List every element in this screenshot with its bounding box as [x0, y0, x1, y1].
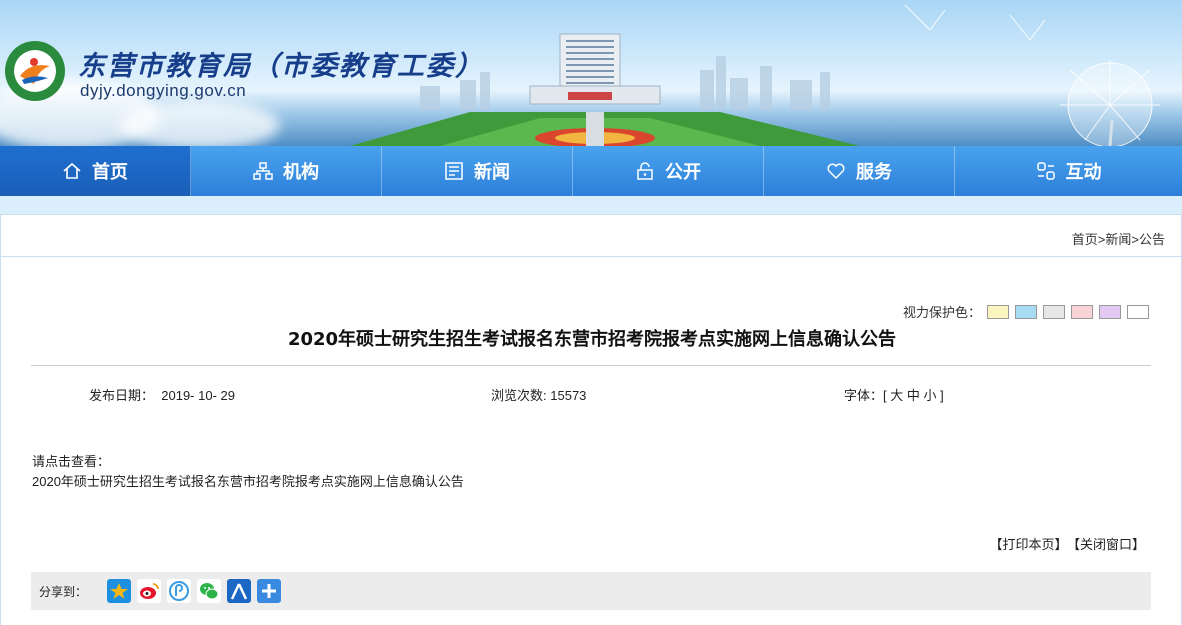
- org-chart-icon: [253, 162, 273, 180]
- nav-label: 首页: [92, 162, 128, 183]
- article-title: 2020年硕士研究生招生考试报名东营市招考院报考点实施网上信息确认公告: [287, 329, 897, 350]
- font-size-close-bracket: ]: [940, 388, 944, 403]
- more-share-icon[interactable]: [257, 579, 282, 603]
- font-size-switcher: 字体：[ 大 中 小 ]: [844, 385, 944, 404]
- vision-protection-color-picker: 视力保护色：: [903, 302, 1149, 321]
- color-swatch-yellow[interactable]: [987, 304, 1009, 319]
- share-label: 分享到：: [39, 584, 88, 599]
- breadcrumb: 首页>新闻>公告: [1, 215, 1181, 257]
- font-size-label: 字体：[: [844, 388, 887, 403]
- breadcrumb-notice[interactable]: 公告: [1139, 232, 1165, 247]
- breadcrumb-home[interactable]: 首页: [1072, 232, 1098, 247]
- publish-date: 发布日期： 2019- 10- 29: [89, 385, 235, 404]
- view-count: 浏览次数: 15573: [491, 385, 586, 404]
- nav-item-disclosure[interactable]: 公开: [573, 146, 764, 196]
- logo-emblem-icon: [5, 41, 65, 101]
- publish-date-value: 2019- 10- 29: [161, 388, 235, 403]
- nav-item-organization[interactable]: 机构: [191, 146, 382, 196]
- color-swatch-pink[interactable]: [1071, 304, 1093, 319]
- nav-label: 服务: [856, 162, 892, 183]
- nav-item-news[interactable]: 新闻: [382, 146, 573, 196]
- home-icon: [63, 162, 81, 179]
- header-banner: 东营市教育局（市委教育工委） dyjy.dongying.gov.cn: [0, 0, 1182, 146]
- color-swatch-purple[interactable]: [1099, 304, 1121, 319]
- page-actions: 【打印本页】 【关闭窗口】: [983, 534, 1145, 553]
- color-swatch-blue[interactable]: [1015, 304, 1037, 319]
- color-swatch-white[interactable]: [1127, 304, 1149, 319]
- close-window-link[interactable]: 【关闭窗口】: [1073, 537, 1145, 552]
- font-size-small[interactable]: 小: [924, 388, 937, 403]
- weibo-icon[interactable]: [137, 579, 162, 603]
- education-bureau-logo[interactable]: [4, 40, 66, 102]
- title-divider: [31, 365, 1151, 366]
- lock-icon: [637, 162, 653, 180]
- main-navigation: 首页 机构 新闻 公开 服务 互动: [0, 146, 1182, 196]
- breadcrumb-news[interactable]: 新闻: [1105, 232, 1131, 247]
- article-panel: 首页>新闻>公告 视力保护色： 2020年硕士研究生招生考试报名东营市招考院报考…: [0, 214, 1182, 625]
- nav-label: 互动: [1065, 162, 1102, 183]
- heart-icon: [827, 163, 845, 180]
- print-page-link[interactable]: 【打印本页】: [989, 537, 1067, 552]
- attachment-link[interactable]: 2020年硕士研究生招生考试报名东营市招考院报考点实施网上信息确认公告: [32, 471, 464, 490]
- nav-item-service[interactable]: 服务: [764, 146, 955, 196]
- qzone-icon[interactable]: [107, 579, 132, 603]
- renren-icon[interactable]: [227, 579, 252, 603]
- publish-date-label: 发布日期：: [89, 388, 155, 403]
- nav-label: 公开: [665, 162, 701, 183]
- tencent-weibo-icon[interactable]: [167, 579, 192, 603]
- font-size-large[interactable]: 大: [890, 388, 903, 403]
- nav-label: 机构: [283, 162, 319, 183]
- site-url[interactable]: dyjy.dongying.gov.cn: [80, 81, 246, 101]
- wechat-icon[interactable]: [197, 579, 222, 603]
- breadcrumb-separator: >: [1131, 232, 1139, 247]
- site-title: 东营市教育局（市委教育工委）: [78, 51, 484, 82]
- share-bar: 分享到：: [31, 572, 1151, 610]
- vision-protection-label: 视力保护色：: [902, 305, 981, 320]
- interaction-icon: [1036, 162, 1055, 180]
- nav-item-interaction[interactable]: 互动: [955, 146, 1182, 196]
- font-size-medium[interactable]: 中: [907, 388, 920, 403]
- nav-label: 新闻: [474, 162, 510, 183]
- body-intro-text: 请点击查看：: [32, 454, 111, 469]
- view-count-value: 15573: [550, 388, 587, 403]
- color-swatch-gray[interactable]: [1043, 304, 1065, 319]
- nav-item-home[interactable]: 首页: [0, 146, 191, 196]
- news-icon: [445, 162, 463, 180]
- view-count-label: 浏览次数:: [491, 388, 547, 403]
